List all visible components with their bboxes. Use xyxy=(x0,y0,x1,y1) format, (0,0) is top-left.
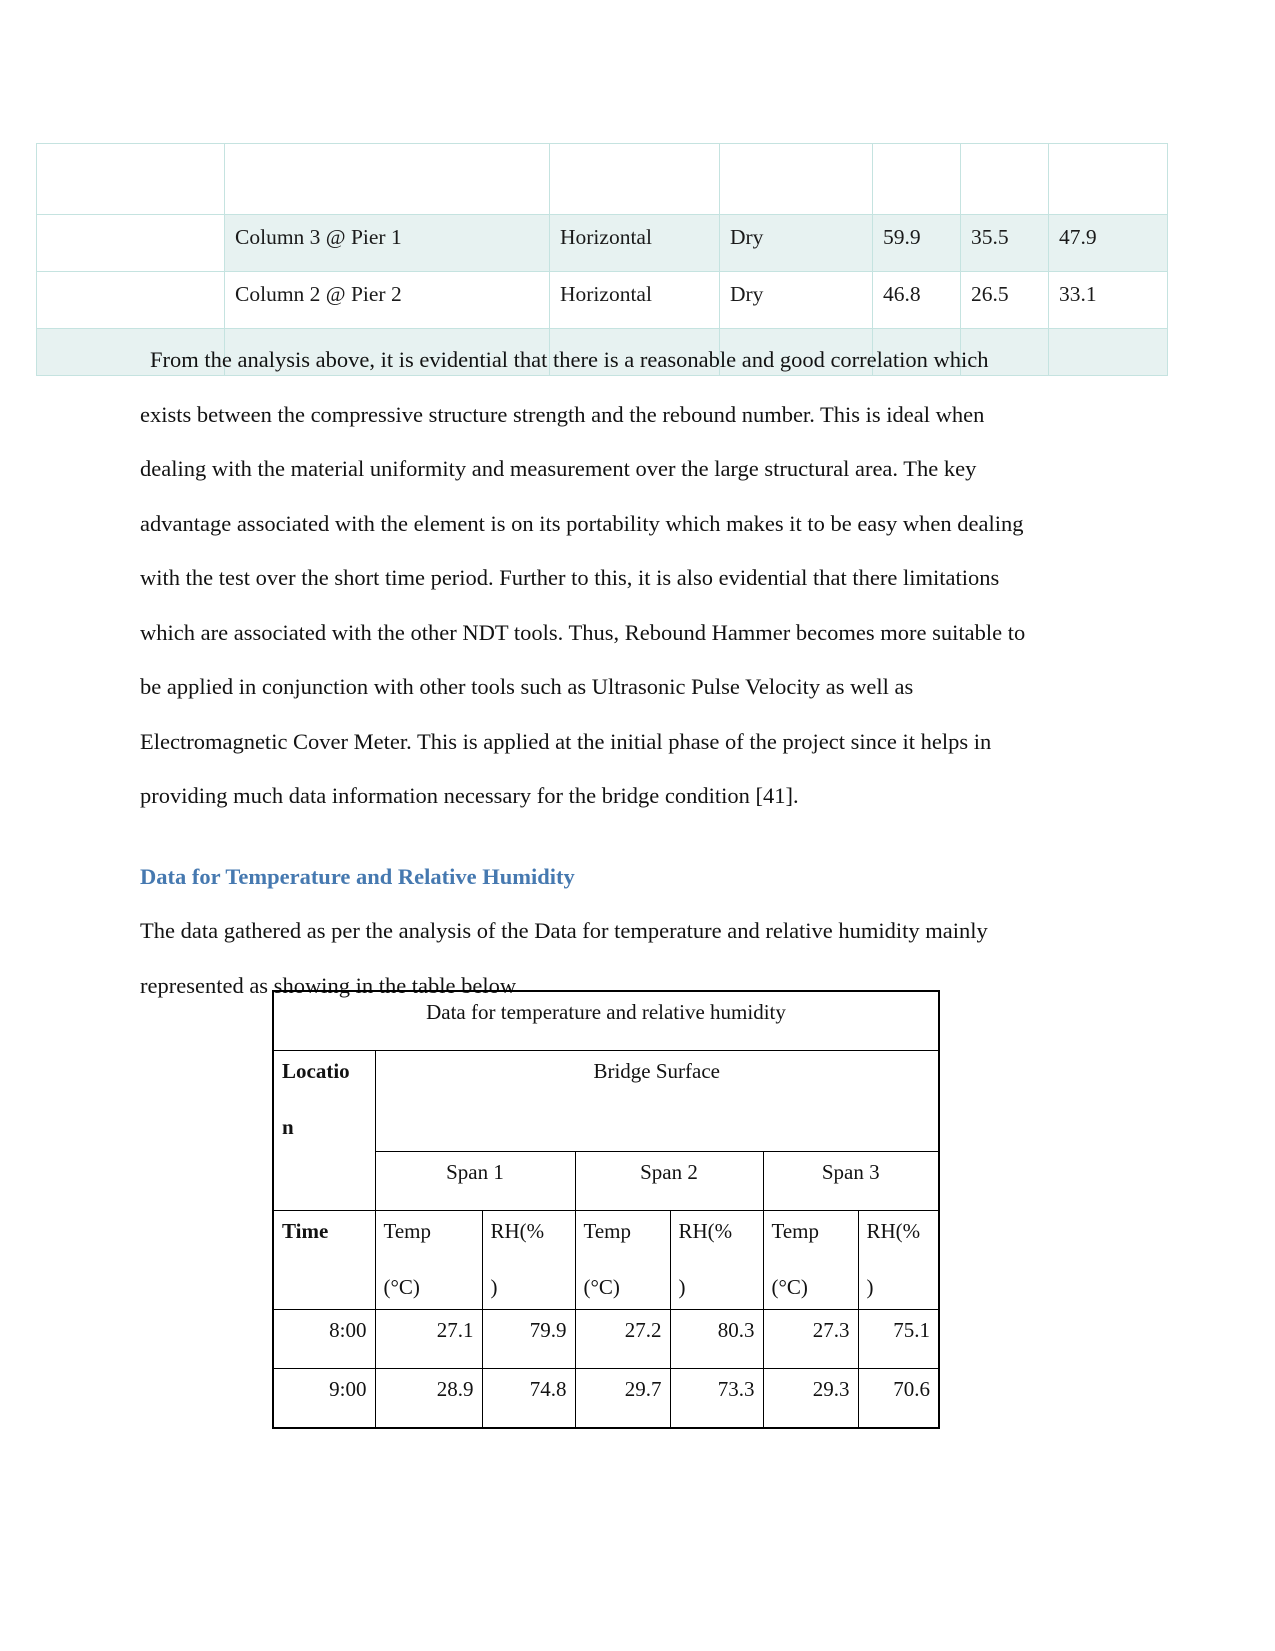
table-row-location-header: Locatio n Bridge Surface xyxy=(272,1050,940,1211)
cell-value-3: 33.1 xyxy=(1048,271,1168,329)
cell-direction: Horizontal xyxy=(549,271,720,329)
body-content: From the analysis above, it is evidentia… xyxy=(140,333,1045,1013)
header-location-part-2: n xyxy=(282,1115,294,1139)
cell-time: 9:00 xyxy=(272,1368,376,1429)
cell xyxy=(719,143,873,215)
temperature-humidity-table: Data for temperature and relative humidi… xyxy=(272,990,940,1429)
cell-value-3: 47.9 xyxy=(1048,214,1168,272)
section-heading: Data for Temperature and Relative Humidi… xyxy=(140,863,575,889)
metric-unit: (°C) xyxy=(383,1275,420,1299)
cell-rh-span1: 74.8 xyxy=(481,1368,576,1429)
header-metric-rh-span2: RH(% ) xyxy=(669,1210,764,1310)
cell-value-1: 59.9 xyxy=(872,214,961,272)
header-span-1: Span 1 xyxy=(374,1151,576,1211)
table-row: Column 3 @ Pier 1 Horizontal Dry 59.9 35… xyxy=(36,214,1168,272)
table-title: Data for temperature and relative humidi… xyxy=(272,990,940,1051)
metric-label: RH(% xyxy=(678,1219,733,1243)
table-row-metric-header: Time Temp (°C) RH(% ) Temp (°C) RH(%) T… xyxy=(272,1210,940,1310)
cell xyxy=(1048,143,1168,215)
cell-direction: Horizontal xyxy=(549,214,720,272)
header-metric-temp-span1: Temp (°C) xyxy=(374,1210,483,1310)
header-time: Time xyxy=(272,1210,376,1310)
cell-time: 8:00 xyxy=(272,1309,376,1369)
metric-unit: (°C) xyxy=(583,1275,620,1299)
metric-unit: (°C) xyxy=(771,1275,808,1299)
cell xyxy=(1048,328,1168,376)
cell xyxy=(224,143,550,215)
cell-rh-span3: 70.6 xyxy=(857,1368,940,1429)
cell-value-1: 46.8 xyxy=(872,271,961,329)
cell-rh-span2: 80.3 xyxy=(669,1309,764,1369)
header-metric-temp-span2: Temp (°C) xyxy=(574,1210,671,1310)
cell-value-2: 26.5 xyxy=(960,271,1049,329)
metric-unit: ) xyxy=(678,1275,686,1299)
header-location: Locatio n xyxy=(272,1050,376,1211)
cell-temp-span2: 27.2 xyxy=(574,1309,671,1369)
cell-temp-span3: 29.3 xyxy=(762,1368,859,1429)
header-span-2: Span 2 xyxy=(574,1151,764,1211)
table-row: 9:00 28.9 74.8 29.7 73.3 29.3 70.6 xyxy=(272,1368,940,1429)
header-location-part-1: Locatio xyxy=(282,1059,350,1083)
metric-label: RH(% xyxy=(866,1219,921,1243)
header-metric-temp-span3: Temp (°C) xyxy=(762,1210,859,1310)
table-row-blank-top xyxy=(36,143,1168,215)
table-row: Column 2 @ Pier 2 Horizontal Dry 46.8 26… xyxy=(36,271,1168,329)
cell-temp-span1: 28.9 xyxy=(374,1368,483,1429)
header-span-3: Span 3 xyxy=(762,1151,940,1211)
header-metric-rh-span3: RH(% ) xyxy=(857,1210,940,1310)
cell xyxy=(549,143,720,215)
metric-label: Temp xyxy=(383,1219,432,1243)
cell xyxy=(36,271,225,329)
bottom-data-table: Data for temperature and relative humidi… xyxy=(272,990,940,1429)
cell-rh-span3: 75.1 xyxy=(857,1309,940,1369)
document-page: Column 3 @ Pier 1 Horizontal Dry 59.9 35… xyxy=(0,0,1275,1651)
cell-rh-span1: 79.9 xyxy=(481,1309,576,1369)
cell-element: Column 2 @ Pier 2 xyxy=(224,271,550,329)
metric-label: Temp xyxy=(771,1219,820,1243)
cell-value-2: 35.5 xyxy=(960,214,1049,272)
header-metric-rh-span1: RH(% ) xyxy=(481,1210,576,1310)
metric-label: RH(% xyxy=(490,1219,545,1243)
paragraph-analysis: From the analysis above, it is evidentia… xyxy=(140,347,1026,808)
cell-temp-span1: 27.1 xyxy=(374,1309,483,1369)
metric-unit: ) xyxy=(866,1275,874,1299)
metric-unit: ) xyxy=(490,1275,498,1299)
header-bridge-surface: Bridge Surface xyxy=(374,1050,940,1152)
cell-condition: Dry xyxy=(719,271,873,329)
cell xyxy=(960,143,1049,215)
cell-temp-span2: 29.7 xyxy=(574,1368,671,1429)
cell xyxy=(36,214,225,272)
cell-element: Column 3 @ Pier 1 xyxy=(224,214,550,272)
cell-temp-span3: 27.3 xyxy=(762,1309,859,1369)
metric-label: Temp xyxy=(583,1219,632,1243)
table-row-title: Data for temperature and relative humidi… xyxy=(272,990,940,1051)
cell xyxy=(36,143,225,215)
cell-condition: Dry xyxy=(719,214,873,272)
cell-rh-span2: 73.3 xyxy=(669,1368,764,1429)
table-row: 8:00 27.1 79.9 27.2 80.3 27.3 75.1 xyxy=(272,1309,940,1369)
cell xyxy=(872,143,961,215)
